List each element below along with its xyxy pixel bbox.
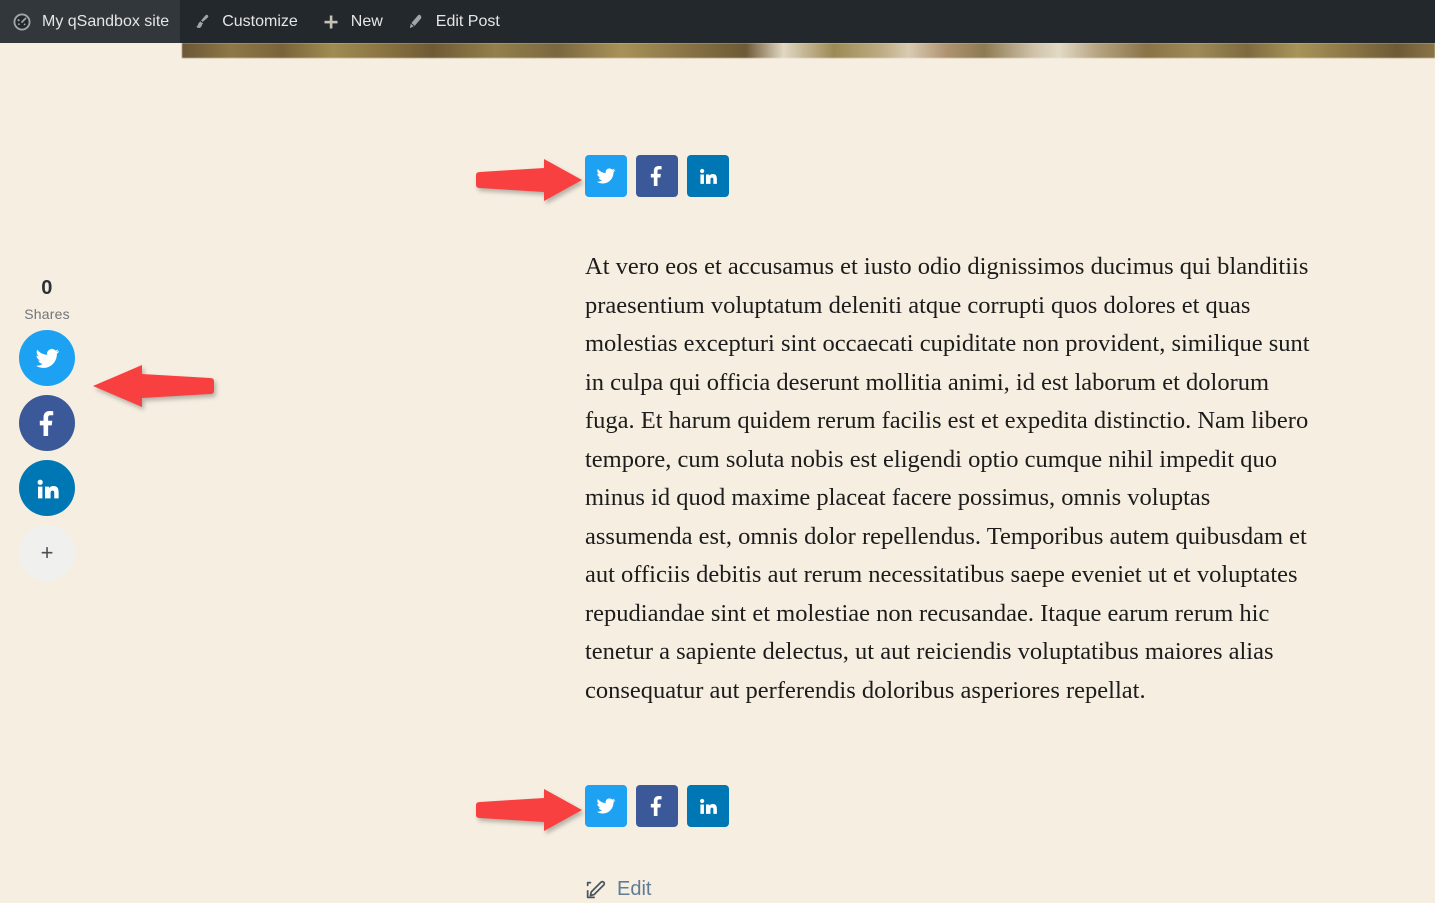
- post-content: At vero eos et accusamus et iusto odio d…: [585, 253, 1310, 704]
- admin-bar-item-new[interactable]: New: [309, 0, 394, 43]
- admin-bar-site-name-label: My qSandbox site: [42, 12, 170, 30]
- wp-admin-bar: My qSandbox site Customize New Edit Post: [0, 0, 1435, 43]
- floating-share-bar: 0 Shares +: [19, 278, 75, 581]
- admin-bar-item-site-name[interactable]: My qSandbox site: [0, 0, 181, 43]
- facebook-icon: [35, 410, 60, 436]
- admin-bar-customize-label: Customize: [222, 12, 298, 30]
- paintbrush-icon: [191, 11, 213, 33]
- admin-bar-edit-post-label: Edit Post: [435, 12, 500, 30]
- plus-icon: [320, 11, 342, 33]
- twitter-icon: [596, 166, 616, 186]
- arrow-pointing-to-top-share-row: [476, 159, 582, 201]
- arrow-pointing-to-bottom-share-row: [476, 789, 582, 831]
- float-share-button-linkedin[interactable]: [19, 460, 75, 516]
- admin-bar-item-edit-post[interactable]: Edit Post: [394, 0, 511, 43]
- twitter-icon: [35, 346, 60, 371]
- linkedin-icon: [698, 796, 718, 816]
- linkedin-icon: [698, 166, 718, 186]
- header-image: [182, 43, 1435, 58]
- edit-pencil-icon: [584, 879, 606, 901]
- twitter-icon: [596, 796, 616, 816]
- share-count-label: Shares: [24, 306, 70, 322]
- pencil-icon: [405, 11, 427, 33]
- admin-bar-new-label: New: [350, 12, 383, 30]
- share-button-facebook-bottom[interactable]: [636, 785, 678, 827]
- edit-post-label: Edit: [617, 878, 652, 900]
- share-button-linkedin-bottom[interactable]: [687, 785, 729, 827]
- facebook-icon: [647, 796, 667, 816]
- share-button-twitter-bottom[interactable]: [585, 785, 627, 827]
- float-share-button-more[interactable]: +: [19, 525, 75, 581]
- share-button-twitter-top[interactable]: [585, 155, 627, 197]
- share-button-linkedin-top[interactable]: [687, 155, 729, 197]
- plus-icon: +: [40, 540, 54, 565]
- float-share-button-facebook[interactable]: [19, 395, 75, 451]
- share-button-facebook-top[interactable]: [636, 155, 678, 197]
- share-row-top: [585, 155, 729, 197]
- wordpress-dashboard-icon: [11, 11, 33, 33]
- edit-post-link[interactable]: Edit: [584, 878, 651, 901]
- facebook-icon: [647, 166, 667, 186]
- share-count-number: 0: [41, 277, 53, 299]
- arrow-pointing-to-float-share-bar: [93, 365, 214, 407]
- admin-bar-item-customize[interactable]: Customize: [180, 0, 309, 43]
- float-share-button-twitter[interactable]: [19, 330, 75, 386]
- linkedin-icon: [35, 476, 60, 501]
- share-row-bottom: [585, 785, 729, 827]
